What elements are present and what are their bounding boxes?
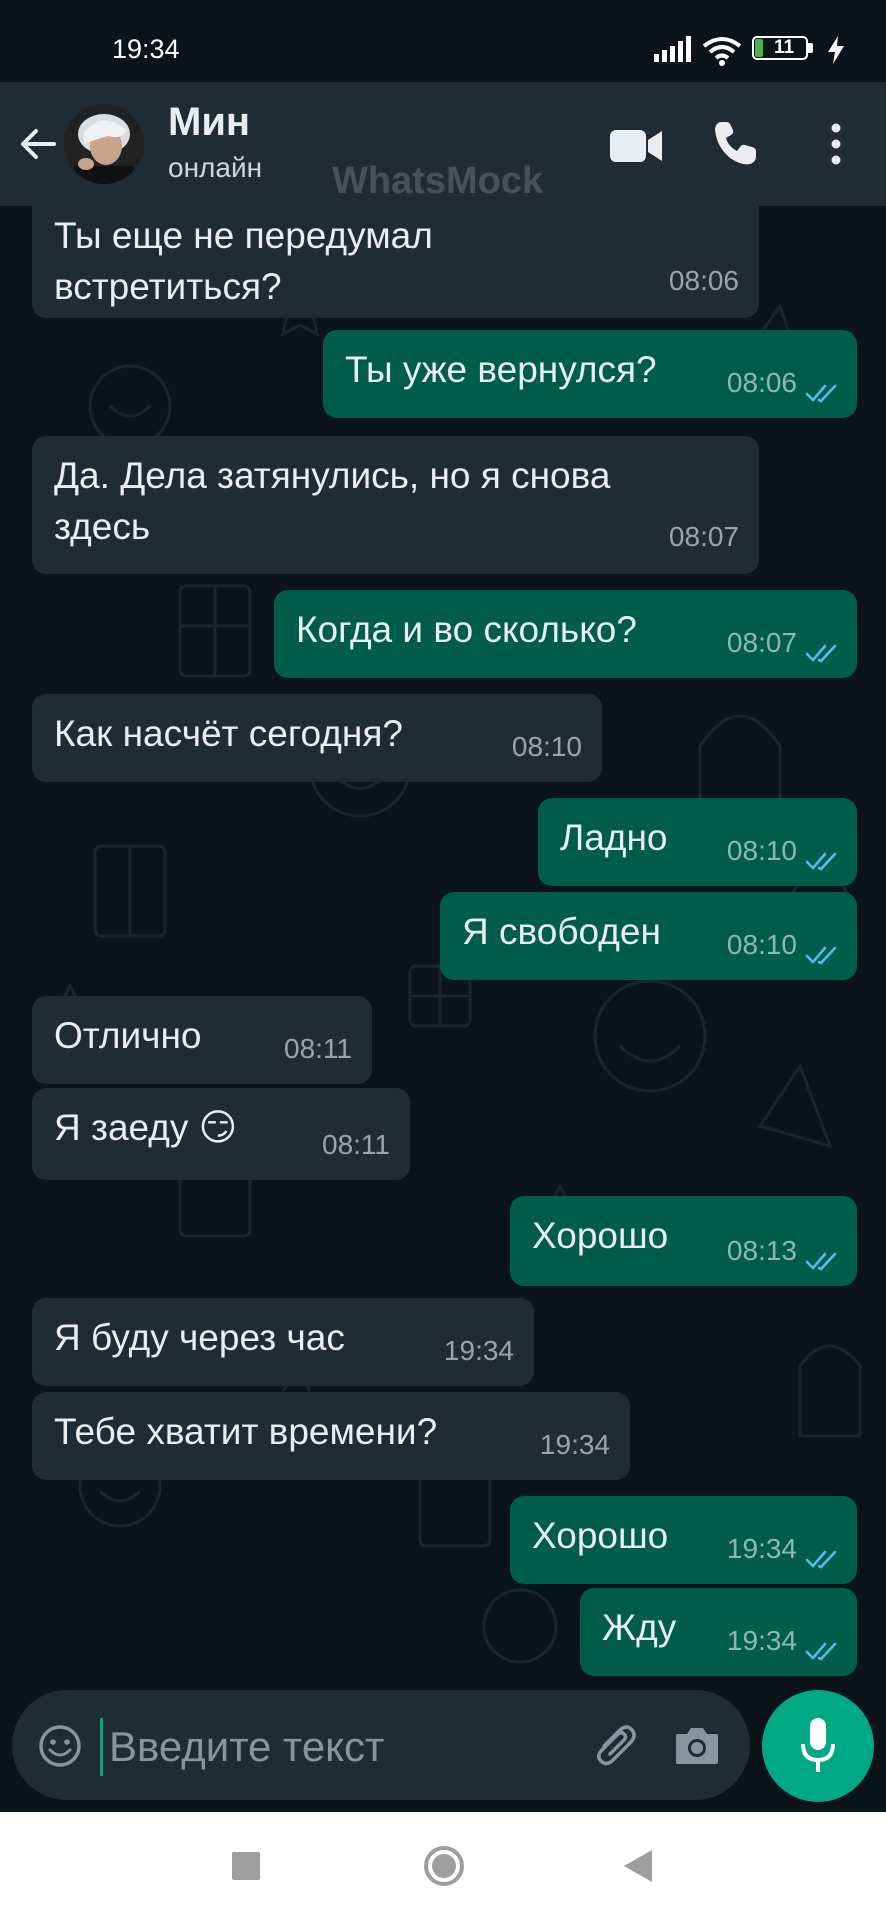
message-time: 19:34 — [726, 1625, 797, 1656]
message-incoming[interactable]: Да. Дела затянулись, но я снова здесь 08… — [32, 436, 759, 574]
message-outgoing[interactable]: Ты уже вернулся? 08:06 — [323, 330, 857, 418]
message-outgoing[interactable]: Ладно 08:10 — [538, 798, 857, 886]
watermark: WhatsMock — [332, 160, 544, 202]
message-time: 08:13 — [726, 1235, 797, 1266]
message-text: Да. Дела затянулись, но я снова здесь — [54, 455, 611, 547]
message-time: 19:34 — [539, 1429, 610, 1460]
message-outgoing[interactable]: Хорошо 08:13 — [510, 1196, 857, 1286]
read-receipt-icon — [805, 852, 837, 871]
message-outgoing[interactable]: Я свободен 08:10 — [440, 892, 857, 980]
read-receipt-icon — [805, 1550, 837, 1569]
system-nav-bar — [0, 1812, 886, 1920]
recents-icon[interactable] — [232, 1852, 260, 1880]
message-text: Когда и во сколько? — [296, 609, 637, 650]
message-time: 19:34 — [726, 1533, 797, 1564]
read-receipt-icon — [805, 1642, 837, 1661]
message-composer — [12, 1690, 750, 1800]
message-time: 08:06 — [668, 265, 739, 296]
message-outgoing[interactable]: Когда и во сколько? 08:07 — [274, 590, 857, 678]
microphone-button[interactable] — [762, 1690, 874, 1802]
message-incoming[interactable]: Отлично 08:11 — [32, 996, 372, 1084]
message-outgoing[interactable]: Хорошо 19:34 — [510, 1496, 857, 1584]
phone-call-icon[interactable] — [712, 120, 758, 166]
message-text: Ты еще не передумал встретиться? — [54, 215, 433, 307]
message-time: 08:10 — [726, 929, 797, 960]
message-time: 08:10 — [726, 835, 797, 866]
message-text: Ты уже вернулся? — [345, 349, 657, 390]
message-time: 08:06 — [726, 367, 797, 398]
message-text: Хорошо — [532, 1215, 669, 1256]
message-time: 08:07 — [668, 521, 739, 552]
message-text: Жду — [602, 1607, 677, 1648]
message-time: 19:34 — [443, 1335, 514, 1366]
signal-icon — [654, 36, 691, 62]
more-options-icon[interactable] — [826, 122, 846, 166]
battery-level: 11 — [773, 37, 795, 58]
chat-area[interactable]: Ты еще не передумал встретиться? 08:06 Т… — [0, 206, 886, 1686]
attach-icon[interactable] — [590, 1720, 640, 1770]
message-text: Хорошо — [532, 1515, 669, 1556]
camera-icon[interactable] — [674, 1724, 720, 1766]
read-receipt-icon — [805, 946, 837, 965]
status-time: 19:34 — [112, 34, 180, 64]
microphone-icon — [801, 1718, 835, 1772]
video-call-icon[interactable] — [608, 126, 664, 166]
chat-header: Мин онлайн WhatsMock — [0, 82, 886, 206]
message-incoming[interactable]: Как насчёт сегодня? 08:10 — [32, 694, 602, 782]
wifi-icon — [702, 37, 742, 66]
emoji-icon[interactable] — [38, 1724, 82, 1768]
message-time: 08:07 — [726, 627, 797, 658]
message-incoming[interactable]: Ты еще не передумал встретиться? 08:06 — [32, 206, 759, 318]
charging-icon — [828, 36, 844, 64]
nav-back-icon[interactable] — [622, 1848, 654, 1884]
message-text: Как насчёт сегодня? — [54, 713, 403, 754]
message-time: 08:10 — [511, 731, 582, 762]
message-incoming[interactable]: Я буду через час 19:34 — [32, 1298, 534, 1386]
read-receipt-icon — [805, 1252, 837, 1271]
contact-status: онлайн — [168, 152, 263, 183]
message-text: Я свободен — [462, 911, 661, 952]
message-input[interactable] — [100, 1718, 581, 1776]
read-receipt-icon — [805, 384, 837, 403]
message-text: Отлично — [54, 1015, 202, 1056]
battery-icon: 11 — [752, 36, 816, 64]
message-text: Я заеду 😏 — [54, 1107, 238, 1148]
read-receipt-icon — [805, 644, 837, 663]
message-incoming[interactable]: Тебе хватит времени? 19:34 — [32, 1392, 630, 1480]
home-icon[interactable] — [422, 1844, 466, 1888]
message-text: Ладно — [560, 817, 668, 858]
message-time: 08:11 — [322, 1129, 390, 1160]
avatar[interactable] — [64, 104, 144, 184]
message-text: Тебе хватит времени? — [54, 1411, 438, 1452]
contact-name[interactable]: Мин — [168, 100, 250, 145]
message-outgoing[interactable]: Жду 19:34 — [580, 1588, 857, 1676]
back-arrow-icon[interactable] — [18, 124, 58, 164]
message-time: 08:11 — [284, 1033, 352, 1064]
status-bar: 19:34 11 — [0, 0, 886, 82]
message-incoming[interactable]: Я заеду 😏 08:11 — [32, 1088, 410, 1180]
message-text: Я буду через час — [54, 1317, 345, 1358]
